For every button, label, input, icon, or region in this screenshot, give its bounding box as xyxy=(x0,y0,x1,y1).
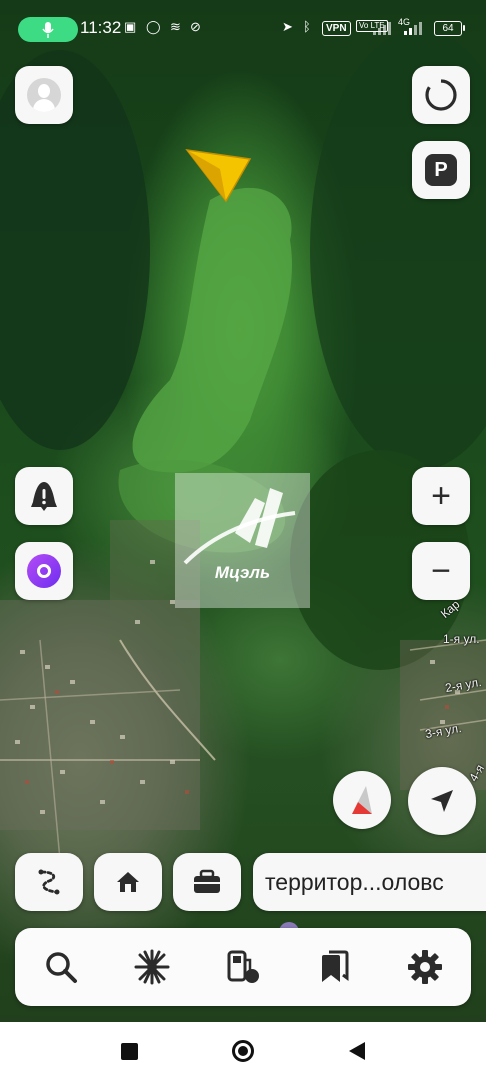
whatsapp-icon: ◯ xyxy=(146,19,161,34)
mic-icon xyxy=(42,21,54,38)
discover-icon xyxy=(134,949,169,985)
person-icon xyxy=(27,78,61,112)
watermark-logo xyxy=(183,488,296,565)
stack-icon: ≋ xyxy=(170,19,181,34)
my-location-button[interactable] xyxy=(408,767,476,835)
zoom-out-button[interactable]: − xyxy=(412,542,470,600)
fuel-icon xyxy=(227,950,259,983)
work-button[interactable] xyxy=(173,853,241,911)
battery-tip xyxy=(463,25,465,31)
street-label: 1-я ул. xyxy=(443,632,480,646)
tab-settings[interactable] xyxy=(379,928,470,1006)
back-button[interactable] xyxy=(340,1034,374,1068)
saved-place-chip[interactable]: территор...оловс xyxy=(253,853,486,911)
square-icon xyxy=(120,1042,138,1060)
parking-button[interactable]: P xyxy=(412,141,470,199)
recents-button[interactable] xyxy=(112,1034,146,1068)
bookmarks-icon xyxy=(321,950,348,982)
circle-icon xyxy=(232,1040,254,1062)
watermark: Мцэль xyxy=(175,473,310,608)
tab-discover[interactable] xyxy=(106,928,197,1006)
signal-icon xyxy=(373,22,391,35)
home-icon xyxy=(117,872,139,892)
back-triangle-icon xyxy=(349,1042,365,1060)
nfc-icon: ▣ xyxy=(124,19,137,34)
home-button[interactable] xyxy=(94,853,162,911)
layers-icon xyxy=(425,78,457,111)
briefcase-icon xyxy=(194,869,220,893)
vpn-indicator: VPN xyxy=(322,21,351,36)
watermark-text: Мцэль xyxy=(214,563,271,582)
alice-icon xyxy=(27,554,61,588)
search-icon xyxy=(45,952,77,983)
layers-button[interactable] xyxy=(412,66,470,124)
microphone-indicator[interactable] xyxy=(18,17,78,42)
report-incident-button[interactable] xyxy=(15,467,73,525)
compass-button[interactable] xyxy=(333,771,391,829)
signal-icon-2 xyxy=(404,22,422,35)
compass-icon xyxy=(352,786,372,814)
status-bar: 11:32 ▣ ◯ ≋ ⊘ ➤ ᛒ VPN Vo LTE 4G 64 xyxy=(0,0,486,56)
home-nav-button[interactable] xyxy=(226,1034,260,1068)
battery-indicator: 64 xyxy=(434,21,462,36)
location-arrow-icon: ➤ xyxy=(282,19,293,34)
profile-button[interactable] xyxy=(15,66,73,124)
clock: 11:32 xyxy=(80,18,122,37)
navigator-arrow-icon xyxy=(185,148,252,203)
alert-icon xyxy=(31,482,57,511)
tab-search[interactable] xyxy=(15,928,106,1006)
parking-icon: P xyxy=(425,154,457,186)
system-navigation-bar xyxy=(0,1022,486,1080)
bottom-tab-bar xyxy=(15,928,471,1006)
tab-fuel[interactable] xyxy=(197,928,288,1006)
bluetooth-icon: ᛒ xyxy=(303,19,311,34)
settings-icon xyxy=(407,950,442,984)
location-arrow-icon xyxy=(431,790,453,812)
route-button[interactable] xyxy=(15,853,83,911)
alice-assistant-button[interactable] xyxy=(15,542,73,600)
tab-bookmarks[interactable] xyxy=(288,928,379,1006)
route-icon xyxy=(38,869,60,895)
app-icon: ⊘ xyxy=(190,19,201,34)
zoom-in-button[interactable]: + xyxy=(412,467,470,525)
